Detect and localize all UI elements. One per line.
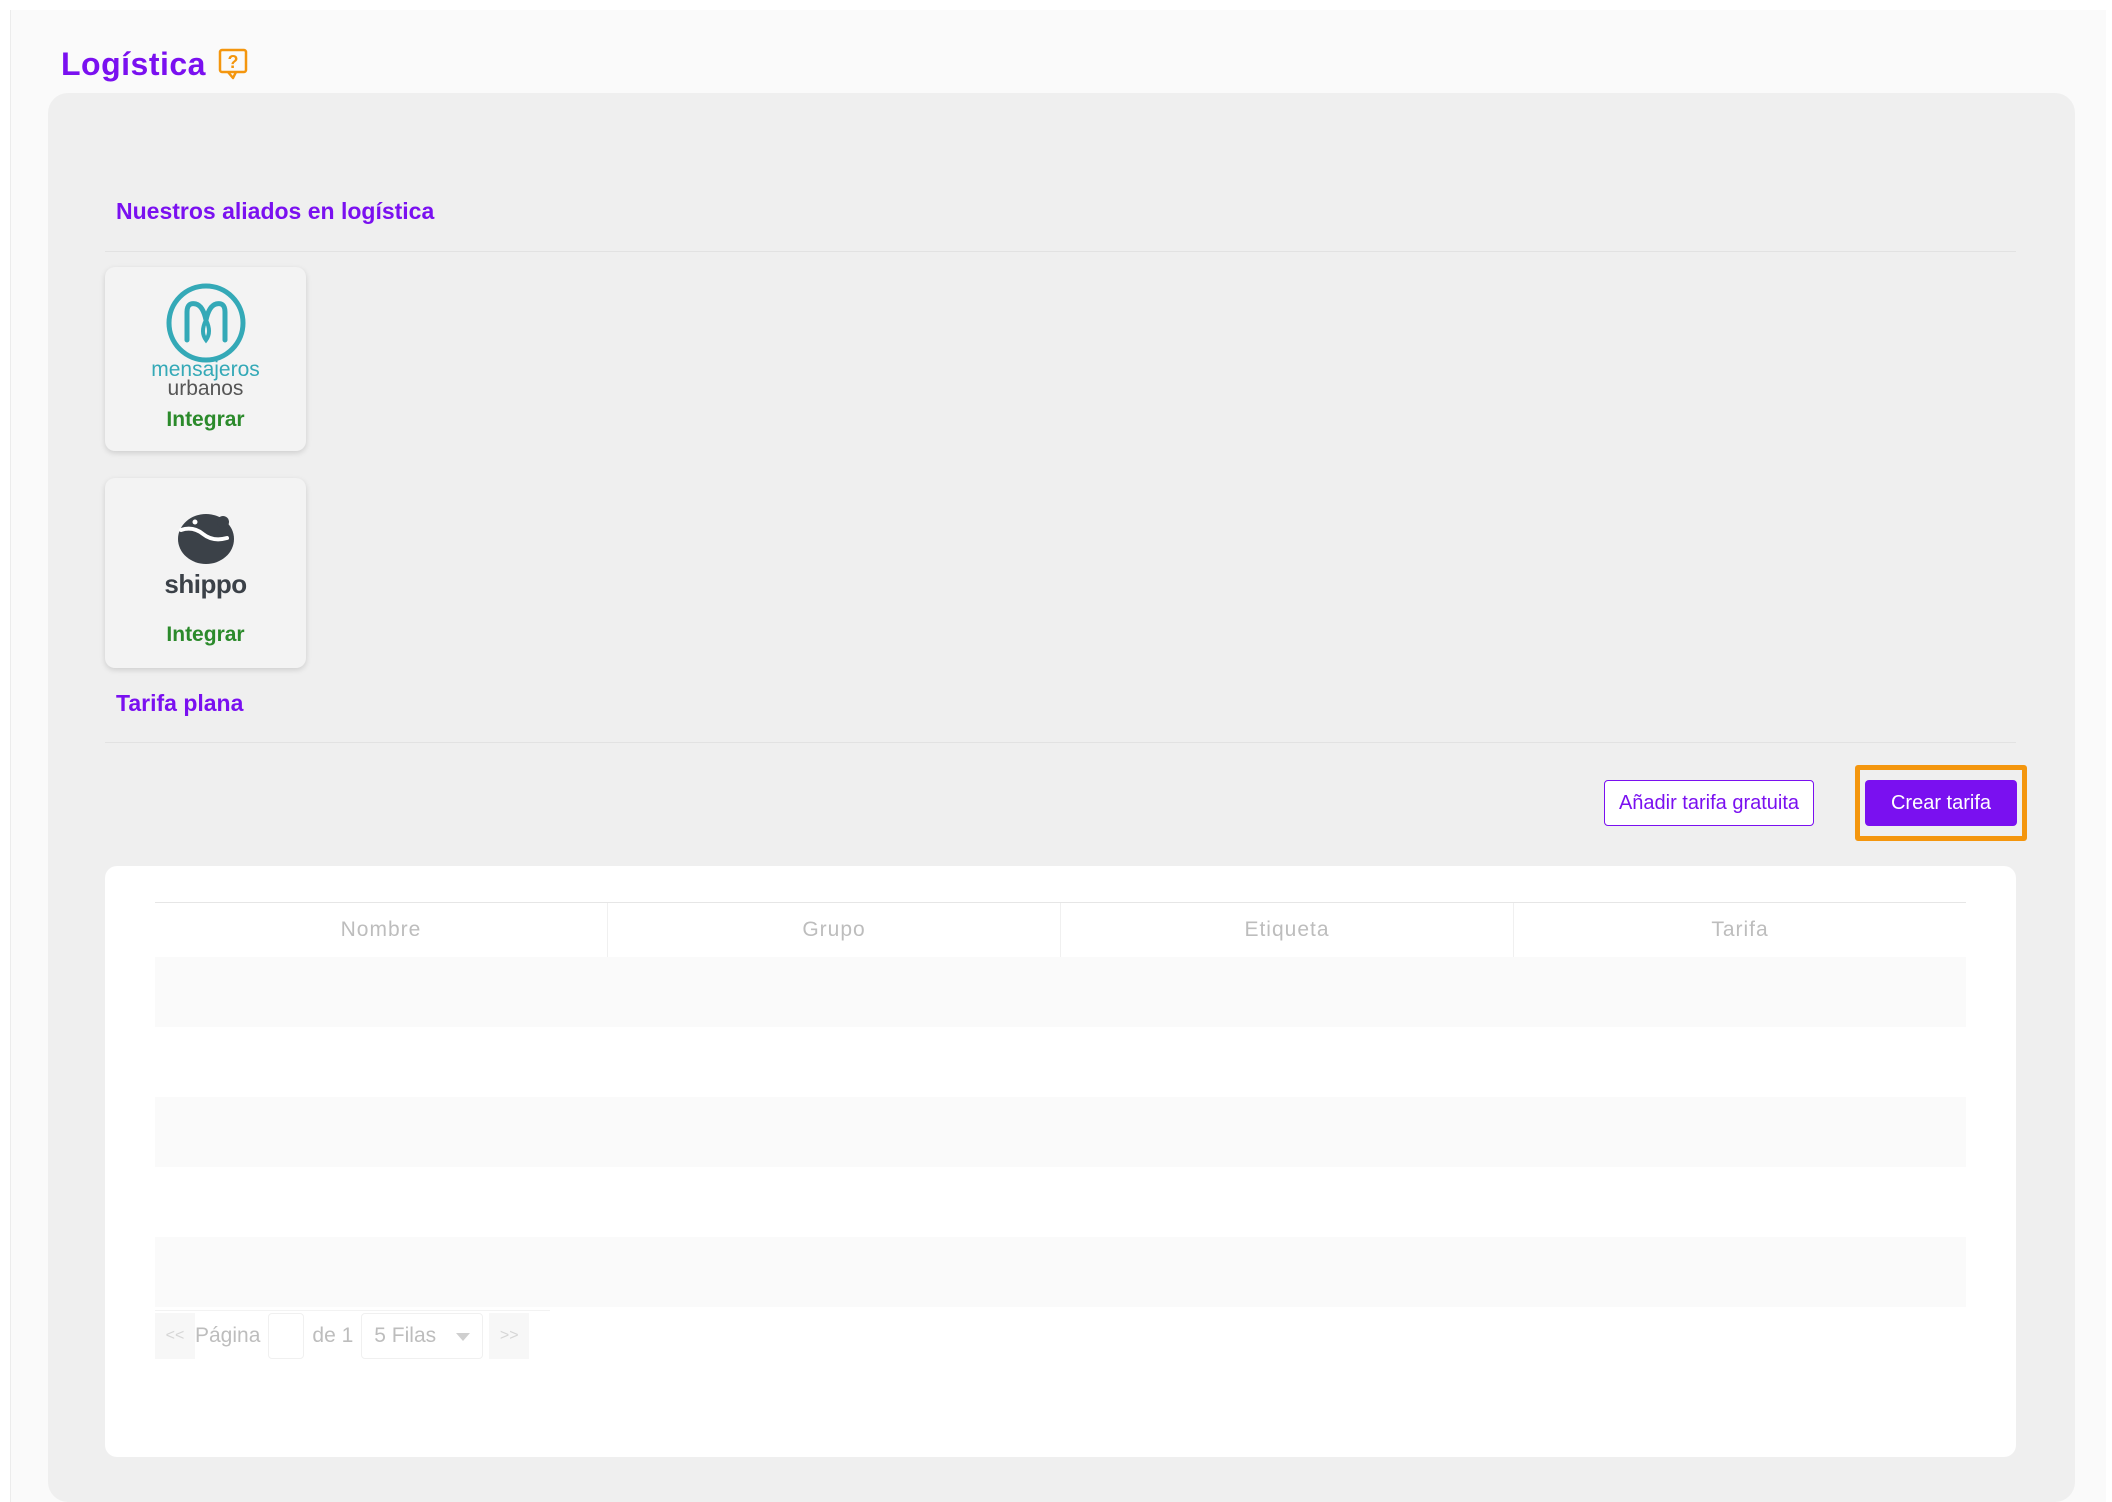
column-header-grupo[interactable]: Grupo [608, 903, 1061, 957]
table-row [155, 1097, 1966, 1167]
integrate-mensajeros-link[interactable]: Integrar [105, 408, 306, 432]
urbanos-logo-text: urbanos [167, 377, 244, 400]
partner-card-shippo[interactable]: shippo Integrar [105, 478, 306, 668]
page-label: Página [195, 1324, 261, 1347]
table-row [155, 1167, 1966, 1237]
mensajeros-urbanos-logo [166, 283, 246, 363]
create-rate-button[interactable]: Crear tarifa [1865, 780, 2017, 826]
partner-card-mensajeros-urbanos[interactable]: mensajeros urbanos Integrar [105, 267, 306, 451]
shippo-logo-text: shippo [164, 569, 247, 599]
help-question-icon[interactable]: ? [218, 48, 248, 80]
page-title: Logística [61, 46, 206, 82]
integrate-shippo-link[interactable]: Integrar [105, 623, 306, 647]
previous-page-button[interactable]: << [155, 1313, 195, 1359]
chevron-down-icon [456, 1333, 471, 1341]
table-header: Nombre Grupo Etiqueta Tarifa [155, 902, 1966, 958]
flat-rate-divider [105, 742, 2016, 743]
page-number-input[interactable] [268, 1313, 305, 1359]
svg-text:?: ? [228, 52, 239, 72]
add-free-rate-button[interactable]: Añadir tarifa gratuita [1604, 780, 1814, 826]
column-header-tarifa[interactable]: Tarifa [1514, 903, 1966, 957]
table-row [155, 1237, 1966, 1307]
pagination: << Página de 1 5 Filas >> [155, 1310, 550, 1361]
table-row [155, 957, 1966, 1027]
column-header-etiqueta[interactable]: Etiqueta [1061, 903, 1514, 957]
rows-per-page-value: 5 Filas [374, 1324, 437, 1347]
page-total-label: de 1 [312, 1324, 354, 1347]
rates-table: Nombre Grupo Etiqueta Tarifa << Página d… [105, 866, 2016, 1457]
partners-divider [105, 251, 2016, 252]
column-header-nombre[interactable]: Nombre [155, 903, 608, 957]
shippo-hippo-logo [178, 514, 234, 564]
flat-rate-section-title: Tarifa plana [116, 690, 244, 716]
rows-per-page-select[interactable]: 5 Filas [361, 1313, 484, 1359]
partners-section-title: Nuestros aliados en logística [116, 198, 435, 224]
next-page-button[interactable]: >> [489, 1313, 530, 1359]
table-row [155, 1027, 1966, 1097]
